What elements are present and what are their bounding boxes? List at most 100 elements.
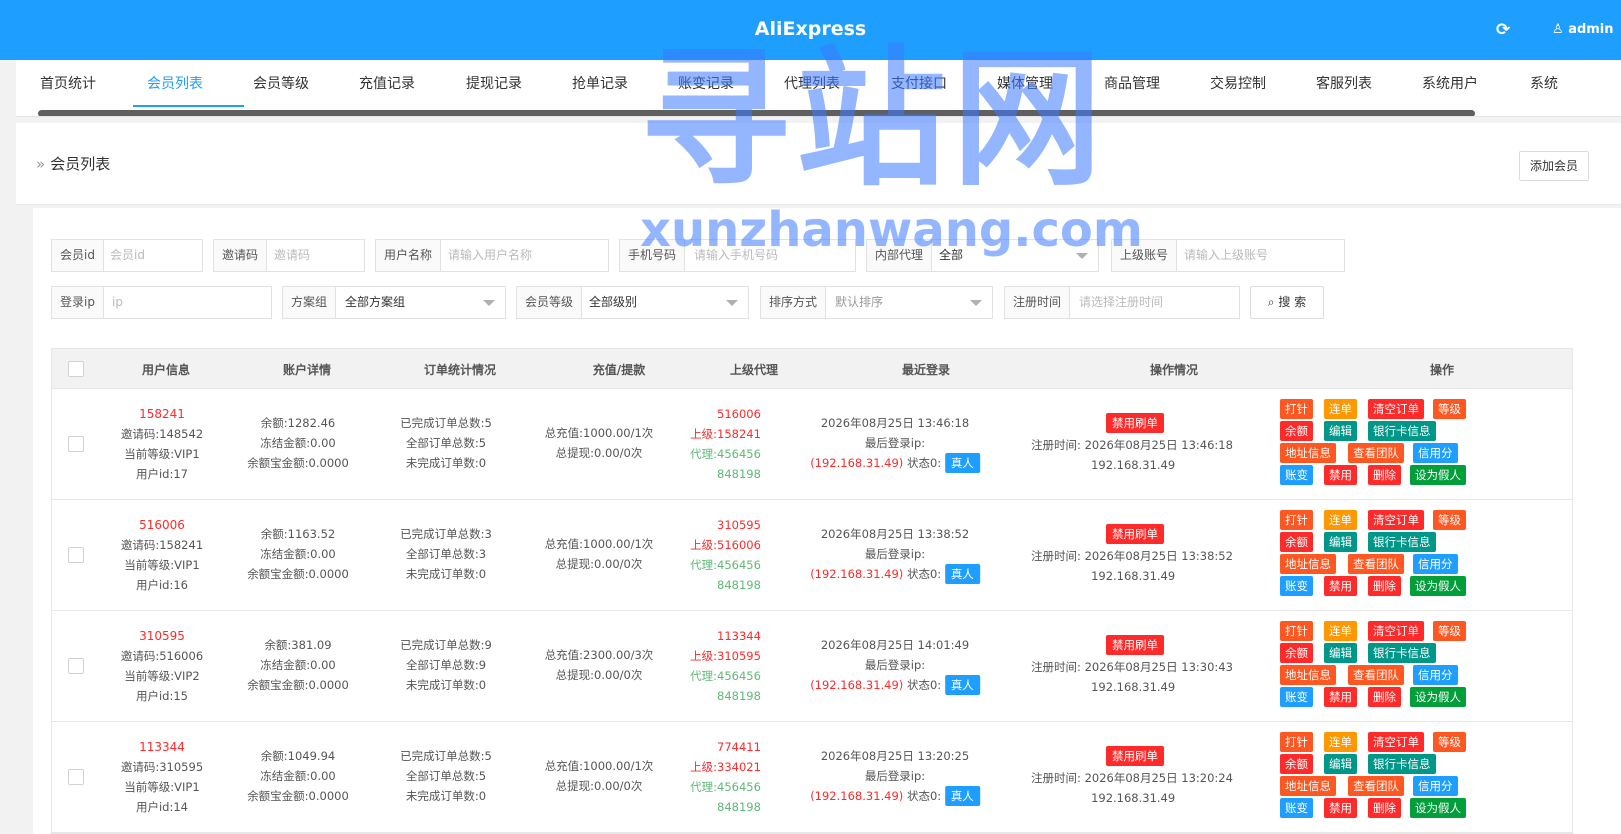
real-user-badge[interactable]: 真人 (944, 453, 980, 473)
bank-card-button[interactable]: 银行卡信息 (1368, 532, 1436, 552)
edit-button[interactable]: 编辑 (1324, 421, 1357, 441)
ban-brush-badge[interactable]: 禁用刷单 (1106, 413, 1164, 433)
tab-payment-api[interactable]: 支付接口 (891, 73, 947, 93)
row-checkbox[interactable] (68, 769, 84, 785)
ban-brush-badge[interactable]: 禁用刷单 (1106, 524, 1164, 544)
edit-button[interactable]: 编辑 (1324, 754, 1357, 774)
delete-button[interactable]: 删除 (1368, 687, 1401, 707)
delete-button[interactable]: 删除 (1368, 798, 1401, 818)
member-id-field[interactable]: 会员id 会员id (51, 239, 203, 272)
user-uid[interactable]: 310595 (121, 626, 203, 646)
plan-group-select[interactable]: 方案组 全部方案组 (282, 286, 506, 319)
parent-id[interactable]: 113344 (717, 629, 761, 643)
phone-input[interactable]: 请输入手机号码 (694, 240, 778, 271)
bank-card-button[interactable]: 银行卡信息 (1368, 754, 1436, 774)
user-menu[interactable]: ♙ admin (1552, 22, 1614, 37)
edit-button[interactable]: 编辑 (1324, 532, 1357, 552)
link-order-button[interactable]: 连单 (1324, 621, 1357, 641)
parent-id[interactable]: 774411 (717, 740, 761, 754)
balance-button[interactable]: 余额 (1280, 532, 1313, 552)
ban-brush-badge[interactable]: 禁用刷单 (1106, 635, 1164, 655)
ban-button[interactable]: 禁用 (1324, 687, 1357, 707)
tab-system-users[interactable]: 系统用户 (1422, 73, 1478, 93)
credit-score-button[interactable]: 信用分 (1413, 776, 1458, 796)
register-time-input[interactable]: 请选择注册时间 (1079, 287, 1163, 318)
parent-account-input[interactable]: 请输入上级账号 (1184, 240, 1268, 271)
parent-id[interactable]: 516006 (717, 538, 761, 552)
agent-id[interactable]: 456456 (717, 558, 761, 572)
tab-system[interactable]: 系统 (1530, 73, 1558, 93)
level-button[interactable]: 等级 (1433, 510, 1466, 530)
register-time-field[interactable]: 注册时间 请选择注册时间 (1004, 286, 1240, 319)
agent-id[interactable]: 456456 (717, 780, 761, 794)
link-order-button[interactable]: 连单 (1324, 399, 1357, 419)
ban-button[interactable]: 禁用 (1324, 576, 1357, 596)
user-uid[interactable]: 113344 (121, 737, 203, 757)
tab-recharge-records[interactable]: 充值记录 (359, 73, 415, 93)
set-fake-button[interactable]: 设为假人 (1410, 687, 1466, 707)
ban-button[interactable]: 禁用 (1324, 798, 1357, 818)
tab-withdraw-records[interactable]: 提现记录 (466, 73, 522, 93)
row-checkbox[interactable] (68, 658, 84, 674)
login-ip-input[interactable]: ip (112, 287, 123, 318)
agent-id[interactable]: 456456 (717, 669, 761, 683)
parent-id[interactable]: 516006 (717, 407, 761, 421)
credit-score-button[interactable]: 信用分 (1413, 665, 1458, 685)
refresh-icon[interactable]: ⟳ (1496, 20, 1510, 40)
tab-scrollbar[interactable] (38, 110, 1475, 116)
clear-orders-button[interactable]: 清空订单 (1368, 510, 1424, 530)
sort-value[interactable]: 默认排序 (835, 287, 883, 318)
add-member-button[interactable]: 添加会员 (1519, 151, 1589, 181)
username-field[interactable]: 用户名称 请输入用户名称 (375, 239, 609, 272)
agent-id[interactable]: 848198 (717, 578, 761, 592)
parent-id[interactable]: 310595 (717, 518, 761, 532)
tab-member-level[interactable]: 会员等级 (253, 73, 309, 93)
sort-select[interactable]: 排序方式 默认排序 (760, 286, 993, 319)
inject-button[interactable]: 打针 (1280, 621, 1313, 641)
agent-id[interactable]: 456456 (717, 447, 761, 461)
delete-button[interactable]: 删除 (1368, 465, 1401, 485)
tab-home-stats[interactable]: 首页统计 (40, 73, 96, 93)
internal-agent-select[interactable]: 内部代理 全部 (866, 239, 1099, 272)
clear-orders-button[interactable]: 清空订单 (1368, 621, 1424, 641)
balance-change-button[interactable]: 账变 (1280, 465, 1313, 485)
user-uid[interactable]: 158241 (121, 404, 203, 424)
tab-grab-records[interactable]: 抢单记录 (572, 73, 628, 93)
level-button[interactable]: 等级 (1433, 621, 1466, 641)
tab-member-list[interactable]: 会员列表 (147, 73, 203, 93)
plan-group-value[interactable]: 全部方案组 (345, 287, 405, 318)
balance-change-button[interactable]: 账变 (1280, 798, 1313, 818)
real-user-badge[interactable]: 真人 (944, 786, 980, 806)
inject-button[interactable]: 打针 (1280, 732, 1313, 752)
row-checkbox[interactable] (68, 547, 84, 563)
tab-trade-control[interactable]: 交易控制 (1210, 73, 1266, 93)
ban-button[interactable]: 禁用 (1324, 465, 1357, 485)
view-team-button[interactable]: 查看团队 (1348, 665, 1404, 685)
parent-id[interactable]: 310595 (717, 649, 761, 663)
set-fake-button[interactable]: 设为假人 (1410, 798, 1466, 818)
credit-score-button[interactable]: 信用分 (1413, 554, 1458, 574)
balance-change-button[interactable]: 账变 (1280, 576, 1313, 596)
address-button[interactable]: 地址信息 (1280, 665, 1336, 685)
set-fake-button[interactable]: 设为假人 (1410, 576, 1466, 596)
row-checkbox[interactable] (68, 436, 84, 452)
inject-button[interactable]: 打针 (1280, 510, 1313, 530)
tab-balance-changes[interactable]: 账变记录 (678, 73, 734, 93)
member-id-input[interactable]: 会员id (110, 240, 145, 271)
parent-id[interactable]: 334021 (717, 760, 761, 774)
balance-button[interactable]: 余额 (1280, 643, 1313, 663)
view-team-button[interactable]: 查看团队 (1348, 554, 1404, 574)
tab-media[interactable]: 媒体管理 (997, 73, 1053, 93)
ban-brush-badge[interactable]: 禁用刷单 (1106, 746, 1164, 766)
bank-card-button[interactable]: 银行卡信息 (1368, 643, 1436, 663)
level-button[interactable]: 等级 (1433, 732, 1466, 752)
username-input[interactable]: 请输入用户名称 (448, 240, 532, 271)
address-button[interactable]: 地址信息 (1280, 443, 1336, 463)
address-button[interactable]: 地址信息 (1280, 554, 1336, 574)
member-level-select[interactable]: 会员等级 全部级别 (516, 286, 749, 319)
agent-id[interactable]: 848198 (717, 689, 761, 703)
bank-card-button[interactable]: 银行卡信息 (1368, 421, 1436, 441)
set-fake-button[interactable]: 设为假人 (1410, 465, 1466, 485)
invite-code-field[interactable]: 邀请码 邀请码 (213, 239, 365, 272)
login-ip-field[interactable]: 登录ip ip (51, 286, 272, 319)
